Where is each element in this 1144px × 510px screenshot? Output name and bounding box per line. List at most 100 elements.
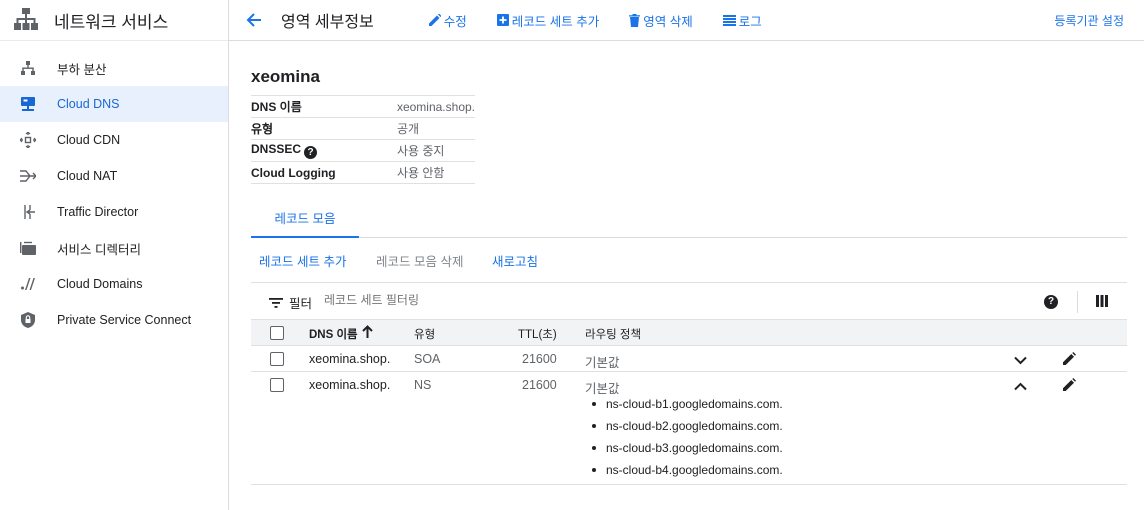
add-box-icon	[496, 14, 509, 26]
edit-record-pencil-icon[interactable]	[1063, 378, 1076, 394]
delete-record-sets-action[interactable]: 레코드 모음 삭제	[376, 251, 463, 270]
row-checkbox[interactable]	[270, 378, 284, 392]
detail-row: DNS 이름 xeomina.shop.	[251, 95, 475, 118]
detail-row: DNSSEC? 사용 중지	[251, 139, 475, 162]
zone-name: xeomina	[251, 67, 320, 86]
edit-record-pencil-icon[interactable]	[1063, 352, 1076, 368]
column-display-icon[interactable]	[1096, 295, 1108, 310]
edit-label: 수정	[443, 14, 467, 29]
domains-icon	[19, 275, 37, 293]
zone-details-table: DNS 이름 xeomina.shop. 유형 공개 DNSSEC? 사용 중지…	[251, 95, 475, 184]
edit-button[interactable]: 수정	[428, 11, 467, 30]
sidebar-title: 네트워크 서비스	[54, 12, 169, 32]
record-actions-bar: 레코드 세트 추가 레코드 모음 삭제 새로고침	[251, 239, 1127, 283]
add-record-set-label: 레코드 세트 추가	[511, 14, 600, 29]
table-row: xeomina.shop. SOA 21600 기본값	[251, 346, 1127, 372]
sidebar-item-label: 부하 분산	[57, 62, 107, 77]
detail-key: 유형	[251, 117, 397, 140]
detail-value: 사용 안함	[396, 161, 475, 184]
row-checkbox[interactable]	[270, 352, 284, 366]
expand-chevron-down-icon[interactable]	[1014, 354, 1027, 368]
dns-icon	[19, 95, 37, 113]
nat-icon	[19, 167, 37, 185]
sidebar-item-traffic-director[interactable]: Traffic Director	[0, 194, 228, 230]
col-routing-policy: 라우팅 정책	[585, 329, 642, 341]
detail-row: 유형 공개	[251, 117, 475, 140]
logs-label: 로그	[738, 14, 762, 29]
sidebar-item-label: Traffic Director	[57, 205, 139, 219]
detail-key: DNS 이름	[251, 95, 397, 118]
sidebar-item-label: Private Service Connect	[57, 313, 192, 327]
sidebar-item-label: Cloud DNS	[57, 97, 120, 111]
sidebar-item-cloud-domains[interactable]: Cloud Domains	[0, 266, 228, 302]
filter-icon	[269, 296, 283, 311]
record-dns-name[interactable]: xeomina.shop.	[309, 352, 390, 366]
sidebar-header: 네트워크 서비스	[0, 0, 228, 41]
col-ttl: TTL(초)	[518, 329, 557, 341]
list-item: ns-cloud-b1.googledomains.com.	[587, 397, 783, 419]
refresh-action[interactable]: 새로고침	[492, 251, 538, 270]
sidebar-item-label: Cloud NAT	[57, 169, 118, 183]
list-item: ns-cloud-b2.googledomains.com.	[587, 419, 783, 441]
sidebar-item-load-balancing[interactable]: 부하 분산	[0, 50, 228, 86]
list-item: ns-cloud-b3.googledomains.com.	[587, 441, 783, 463]
record-ttl: 21600	[522, 352, 557, 366]
sidebar: 네트워크 서비스 부하 분산 Cloud DNS Cloud CDN Cloud…	[0, 0, 229, 510]
col-type: 유형	[414, 329, 436, 341]
page-title: 영역 세부정보	[281, 14, 374, 31]
record-data-list: ns-cloud-b1.googledomains.com. ns-cloud-…	[587, 397, 783, 485]
sidebar-item-label: Cloud CDN	[57, 133, 121, 147]
sort-arrow-up-icon[interactable]	[362, 325, 373, 341]
trash-icon	[629, 13, 641, 27]
sidebar-item-cloud-dns[interactable]: Cloud DNS	[0, 86, 228, 122]
detail-value: xeomina.shop.	[396, 95, 475, 118]
col-dns-name[interactable]: DNS 이름	[309, 326, 358, 342]
back-arrow-icon[interactable]	[246, 11, 264, 29]
record-routing: 기본값	[585, 382, 620, 396]
record-dns-name[interactable]: xeomina.shop.	[309, 378, 390, 392]
add-record-set-button[interactable]: 레코드 세트 추가	[496, 11, 600, 30]
record-ttl: 21600	[522, 378, 557, 392]
detail-row: Cloud Logging 사용 안함	[251, 161, 475, 184]
delete-zone-button[interactable]: 영역 삭제	[629, 11, 693, 30]
table-header: DNS 이름 유형 TTL(초) 라우팅 정책	[251, 320, 1127, 346]
sidebar-item-private-service-connect[interactable]: Private Service Connect	[0, 302, 228, 338]
record-type: SOA	[414, 352, 441, 366]
detail-key: DNSSEC	[251, 142, 302, 156]
load-balancing-icon	[19, 59, 37, 77]
traffic-director-icon	[19, 203, 37, 221]
add-record-set-action[interactable]: 레코드 세트 추가	[259, 251, 346, 270]
divider	[1077, 291, 1078, 313]
network-services-icon	[14, 7, 38, 33]
detail-value: 사용 중지	[396, 139, 475, 162]
shield-icon	[19, 311, 37, 329]
cdn-icon	[19, 131, 37, 149]
tab-bar: 레코드 모음	[251, 202, 1127, 238]
sidebar-item-cloud-cdn[interactable]: Cloud CDN	[0, 122, 228, 158]
collapse-chevron-up-icon[interactable]	[1014, 380, 1027, 394]
select-all-checkbox[interactable]	[270, 326, 284, 340]
list-icon	[722, 14, 736, 26]
filter-label[interactable]: 필터	[289, 293, 312, 312]
sidebar-item-label: Cloud Domains	[57, 277, 143, 291]
detail-key: Cloud Logging	[251, 161, 397, 184]
registrar-setup-link[interactable]: 등록기관 설정	[1054, 12, 1124, 29]
tab-record-sets[interactable]: 레코드 모음	[251, 202, 359, 238]
table-row: xeomina.shop. NS 21600 기본값 ns-cloud-b1.g…	[251, 372, 1127, 485]
detail-value: 공개	[396, 117, 475, 140]
sidebar-item-service-directory[interactable]: 서비스 디렉터리	[0, 230, 228, 266]
top-toolbar: 영역 세부정보 수정 레코드 세트 추가 영역 삭제 로그 등록기관 설정	[229, 0, 1144, 41]
record-type: NS	[414, 378, 432, 392]
help-icon[interactable]: ?	[304, 146, 318, 159]
help-icon[interactable]: ?	[1044, 295, 1058, 309]
detail-key-cell: DNSSEC?	[251, 139, 397, 162]
logs-button[interactable]: 로그	[722, 11, 762, 30]
sidebar-item-cloud-nat[interactable]: Cloud NAT	[0, 158, 228, 194]
pencil-icon	[428, 14, 441, 26]
list-item: ns-cloud-b4.googledomains.com.	[587, 463, 783, 485]
sidebar-item-label: 서비스 디렉터리	[57, 242, 141, 257]
service-directory-icon	[19, 239, 37, 257]
filter-bar: 필터 ?	[251, 284, 1127, 320]
filter-input[interactable]	[324, 293, 624, 307]
delete-zone-label: 영역 삭제	[643, 14, 693, 29]
